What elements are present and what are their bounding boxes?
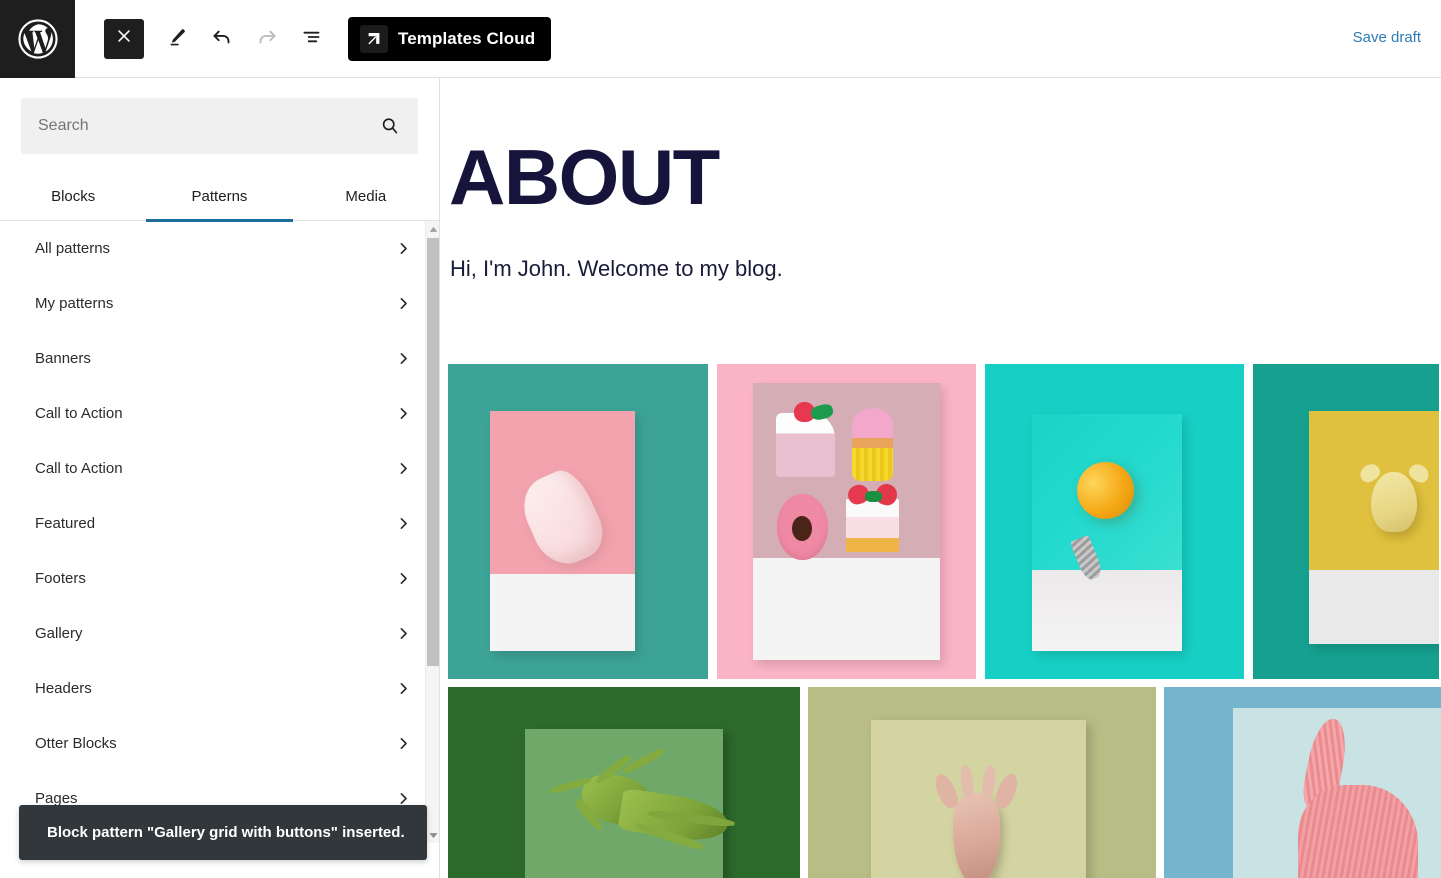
gallery-image-bull-head[interactable] (1253, 364, 1439, 679)
undo-button[interactable] (202, 19, 242, 59)
undo-arrow-icon (209, 24, 235, 53)
pattern-category-call-to-action-1[interactable]: Call to Action (0, 386, 439, 441)
redo-arrow-icon (254, 24, 280, 53)
category-label: Headers (35, 680, 92, 697)
gallery-image-grasshopper[interactable] (448, 687, 800, 878)
category-label: Otter Blocks (35, 735, 117, 752)
gallery-image-goat-head[interactable] (808, 687, 1156, 878)
close-x-icon (115, 27, 133, 50)
templates-cloud-label: Templates Cloud (398, 28, 536, 48)
list-view-button[interactable] (292, 19, 332, 59)
chevron-right-icon (395, 350, 412, 367)
chevron-right-icon (395, 735, 412, 752)
snackbar-notice[interactable]: Block pattern "Gallery grid with buttons… (19, 805, 427, 860)
tab-media[interactable]: Media (293, 172, 439, 221)
pattern-category-otter-blocks[interactable]: Otter Blocks (0, 716, 439, 771)
pattern-category-headers[interactable]: Headers (0, 661, 439, 716)
block-inserter-sidebar: Blocks Patterns Media All patterns My pa… (0, 78, 440, 878)
gallery-image-lightbulb[interactable] (985, 364, 1244, 679)
gallery-row-1 (448, 364, 1441, 679)
pattern-category-list: All patterns My patterns Banners Call to… (0, 221, 439, 843)
inserter-tabs: Blocks Patterns Media (0, 172, 439, 222)
scroll-up-arrow-icon[interactable] (426, 221, 439, 237)
edit-mode-button[interactable] (157, 19, 197, 59)
gallery-row-2 (448, 687, 1441, 878)
chevron-right-icon (395, 240, 412, 257)
chevron-right-icon (395, 460, 412, 477)
pattern-category-gallery[interactable]: Gallery (0, 606, 439, 661)
category-label: Footers (35, 570, 86, 587)
templates-cloud-button[interactable]: Templates Cloud (348, 16, 552, 61)
category-label: Call to Action (35, 405, 123, 422)
category-label: Banners (35, 350, 91, 367)
category-label: Featured (35, 515, 96, 532)
category-label: My patterns (35, 295, 114, 312)
wordpress-logo-icon (17, 18, 59, 60)
pattern-category-call-to-action-2[interactable]: Call to Action (0, 441, 439, 496)
editor-canvas: ABOUT Hi, I'm John. Welcome to my blog. (441, 78, 1441, 878)
wordpress-logo[interactable] (0, 0, 75, 78)
scrollbar-thumb[interactable] (427, 238, 439, 666)
editor-top-toolbar: Templates Cloud Save draft (0, 0, 1441, 78)
pattern-category-all-patterns[interactable]: All patterns (0, 221, 439, 276)
close-inserter-button[interactable] (104, 18, 144, 59)
templates-cloud-icon (360, 24, 388, 53)
page-subtitle[interactable]: Hi, I'm John. Welcome to my blog. (441, 216, 1441, 282)
snackbar-message: Block pattern "Gallery grid with buttons… (47, 824, 405, 841)
category-label: Call to Action (35, 460, 123, 477)
chevron-right-icon (395, 515, 412, 532)
gallery-image-desserts[interactable] (717, 364, 976, 679)
gallery-grid-block[interactable] (448, 364, 1441, 878)
gallery-image-pink-rabbit[interactable] (1164, 687, 1441, 878)
tab-patterns[interactable]: Patterns (146, 172, 293, 222)
list-view-icon (299, 24, 325, 53)
chevron-right-icon (395, 570, 412, 587)
pencil-edit-icon (165, 25, 189, 52)
chevron-right-icon (395, 295, 412, 312)
save-draft-button[interactable]: Save draft (1347, 28, 1427, 47)
scroll-down-arrow-icon[interactable] (426, 827, 439, 843)
search-container (0, 78, 439, 154)
chevron-right-icon (395, 625, 412, 642)
pattern-category-footers[interactable]: Footers (0, 551, 439, 606)
sidebar-scrollbar[interactable] (425, 221, 439, 843)
gallery-image-quartz[interactable] (448, 364, 708, 679)
chevron-right-icon (395, 405, 412, 422)
chevron-right-icon (395, 680, 412, 697)
pattern-category-featured[interactable]: Featured (0, 496, 439, 551)
pattern-category-banners[interactable]: Banners (0, 331, 439, 386)
page-title[interactable]: ABOUT (441, 78, 1441, 216)
search-magnifier-icon[interactable] (378, 114, 402, 138)
category-label: All patterns (35, 240, 111, 257)
redo-button[interactable] (247, 19, 287, 59)
pattern-category-my-patterns[interactable]: My patterns (0, 276, 439, 331)
tab-blocks[interactable]: Blocks (0, 172, 146, 221)
search-input[interactable] (21, 98, 418, 154)
search-box[interactable] (21, 98, 418, 154)
category-label: Gallery (35, 625, 83, 642)
